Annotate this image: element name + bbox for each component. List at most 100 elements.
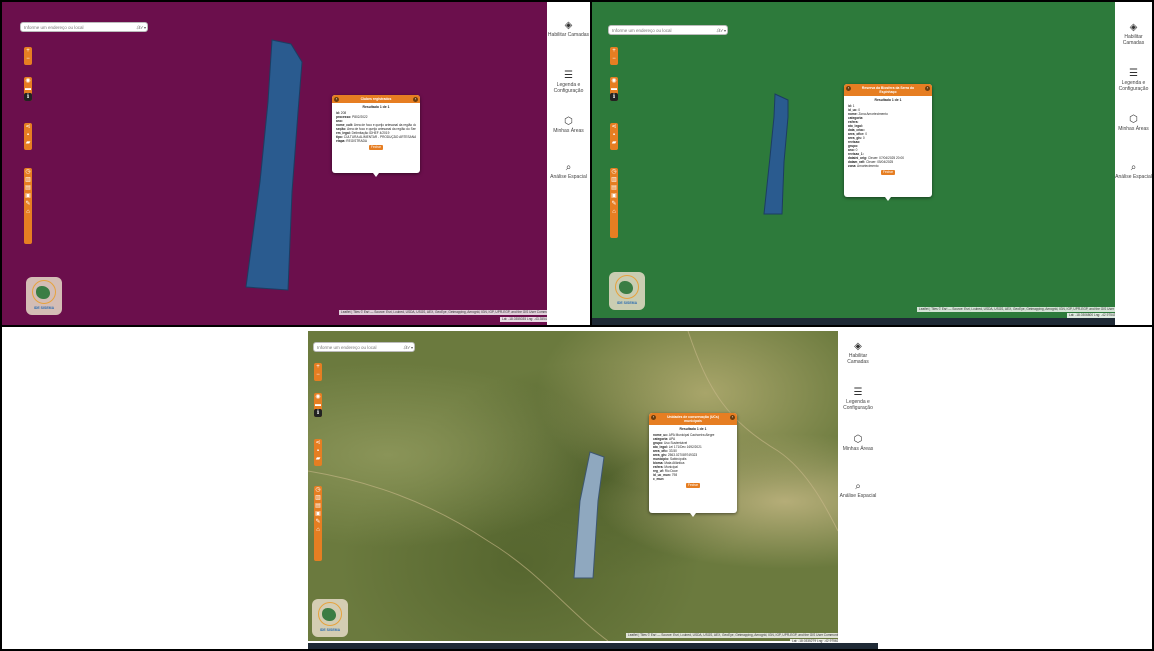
sidebar-item-legend[interactable]: ☰ Legenda e Configuração [1115, 68, 1152, 92]
marker-icon[interactable]: ✎ [610, 200, 618, 208]
home-icon[interactable]: ⌂ [314, 526, 322, 534]
folder-icon[interactable]: ▰ [610, 139, 618, 147]
popup-next-button[interactable]: › [413, 96, 418, 102]
search-logo-icon: ℰℓ𝓉 [403, 345, 409, 350]
locate-icon[interactable]: ◉ [610, 77, 618, 85]
ruler-icon[interactable]: ▬ [24, 85, 32, 93]
polygon-area[interactable] [308, 331, 838, 641]
share-icon[interactable]: ⋖ [24, 123, 32, 131]
map-icon[interactable]: ▥ [314, 494, 322, 502]
toolbar-group-1: ◉ ▬ ℹ [24, 77, 32, 101]
map-icon[interactable]: ▥ [610, 176, 618, 184]
popup-attribute-list: nome_uc: APA Municipal Cachoeira Alegre c… [649, 433, 737, 481]
search-input[interactable]: Informe um endereço ou local ℰℓ𝓉 ▾ [20, 22, 148, 32]
popup-close-button[interactable]: Fechar [369, 145, 383, 150]
print-icon[interactable]: ▤ [24, 184, 32, 192]
sidebar-item-areas[interactable]: ⬡ Minhas Áreas [1115, 114, 1152, 132]
popup-close-button[interactable]: Fechar [881, 170, 895, 175]
save-icon[interactable]: ▪ [314, 447, 322, 455]
locate-icon[interactable]: ◉ [314, 393, 322, 401]
sidebar-item-areas[interactable]: ⬡ Minhas Áreas [838, 434, 878, 452]
map-canvas[interactable] [308, 331, 838, 641]
map-canvas[interactable] [2, 2, 547, 325]
popup-result-count: Resultado 1 de 1 [874, 98, 902, 102]
polygon-icon: ⬡ [564, 116, 573, 127]
sidebar-item-areas[interactable]: ⬡ Minhas Áreas [547, 116, 590, 134]
popup-next-button[interactable]: › [925, 85, 930, 91]
save-icon[interactable]: ▪ [24, 131, 32, 139]
sidebar-item-layers[interactable]: ◈ Habilitar Camadas [547, 20, 590, 38]
zoom-in-button[interactable]: + [610, 47, 618, 55]
legend-icon: ☰ [853, 387, 863, 398]
info-icon[interactable]: ℹ [314, 409, 322, 417]
folder-icon[interactable]: ▰ [314, 455, 322, 463]
logo-text: IDE SISEMA [319, 628, 341, 632]
right-sidebar: ◈ Habilitar Camadas ☰ Legenda e Configuraç… [838, 331, 878, 643]
chevron-down-icon[interactable]: ▾ [724, 26, 726, 35]
chevron-down-icon[interactable]: ▾ [411, 343, 413, 352]
layers-small-icon[interactable]: ▣ [610, 192, 618, 200]
marker-icon[interactable]: ✎ [24, 200, 32, 208]
screenshot-collage: Informe um endereço ou local ℰℓ𝓉 ▾ + − ◉… [0, 0, 1154, 651]
ide-sisema-logo[interactable]: IDE SISEMA [312, 599, 348, 637]
popup-result-count: Resultado 1 de 1 [679, 427, 707, 431]
search-placeholder: Informe um endereço ou local [612, 28, 672, 33]
sidebar-item-analysis[interactable]: ⌕ Análise Espacial [1115, 162, 1152, 180]
right-sidebar: ◈ Habilitar Camadas ☰ Legenda e Configuraç… [547, 2, 590, 325]
zoom-out-button[interactable]: − [24, 55, 32, 63]
popup-prev-button[interactable]: ‹ [651, 414, 656, 420]
clock-icon[interactable]: ◷ [610, 168, 618, 176]
satellite-screenshot: Informe um endereço ou local ℰℓ𝓉 ▾ + − ◉… [308, 331, 878, 649]
sidebar-item-legend[interactable]: ☰ Legenda e Configuração [838, 387, 878, 411]
info-icon[interactable]: ℹ [610, 93, 618, 101]
folder-icon[interactable]: ▰ [24, 139, 32, 147]
polygon-area[interactable] [2, 2, 547, 325]
map-icon[interactable]: ▥ [24, 176, 32, 184]
sidebar-item-analysis[interactable]: ⌕ Análise Espacial [547, 162, 590, 180]
toolbar-group-2: ⋖ ▪ ▰ [314, 439, 322, 466]
zoom-in-button[interactable]: + [24, 47, 32, 55]
popup-prev-button[interactable]: ‹ [334, 96, 339, 102]
share-icon[interactable]: ⋖ [610, 123, 618, 131]
layers-icon: ◈ [854, 341, 862, 352]
print-icon[interactable]: ▤ [314, 502, 322, 510]
toolbar-group-1: ◉ ▬ ℹ [610, 77, 618, 101]
map-search-icon: ⌕ [565, 162, 572, 173]
ide-sisema-logo[interactable]: IDE SISEMA [26, 277, 62, 315]
save-icon[interactable]: ▪ [610, 131, 618, 139]
info-icon[interactable]: ℹ [24, 93, 32, 101]
ruler-icon[interactable]: ▬ [610, 85, 618, 93]
zoom-out-button[interactable]: − [610, 55, 618, 63]
legend-icon: ☰ [1129, 68, 1138, 79]
chevron-down-icon[interactable]: ▾ [144, 23, 146, 32]
zoom-in-button[interactable]: + [314, 363, 322, 371]
search-input[interactable]: Informe um endereço ou local ℰℓ𝓉 ▾ [608, 25, 728, 35]
popup-attribute-row: etapa: REGISTRADA [336, 139, 367, 143]
popup-close-button[interactable]: Fechar [686, 483, 700, 488]
taskbar-strip [308, 643, 878, 649]
ruler-icon[interactable]: ▬ [314, 401, 322, 409]
layers-small-icon[interactable]: ▣ [24, 192, 32, 200]
home-icon[interactable]: ⌂ [24, 208, 32, 216]
ide-sisema-logo[interactable]: IDE SISEMA [609, 272, 645, 310]
marker-icon[interactable]: ✎ [314, 518, 322, 526]
clock-icon[interactable]: ◷ [24, 168, 32, 176]
popup-next-button[interactable]: › [730, 414, 735, 420]
print-icon[interactable]: ▤ [610, 184, 618, 192]
zoom-out-button[interactable]: − [314, 371, 322, 379]
search-placeholder: Informe um endereço ou local [317, 345, 377, 350]
taskbar-strip [592, 318, 1115, 325]
popup-prev-button[interactable]: ‹ [846, 85, 851, 91]
clock-icon[interactable]: ◷ [314, 486, 322, 494]
sidebar-item-legend[interactable]: ☰ Legenda e Configuração [547, 70, 590, 94]
home-icon[interactable]: ⌂ [610, 208, 618, 216]
layers-small-icon[interactable]: ▣ [314, 510, 322, 518]
map-search-icon: ⌕ [855, 481, 861, 492]
search-input[interactable]: Informe um endereço ou local ℰℓ𝓉 ▾ [313, 342, 415, 352]
popup-attribute-row: zona: Amortecimento [848, 164, 879, 168]
locate-icon[interactable]: ◉ [24, 77, 32, 85]
share-icon[interactable]: ⋖ [314, 439, 322, 447]
sidebar-item-analysis[interactable]: ⌕ Análise Espacial [838, 481, 878, 499]
sidebar-item-layers[interactable]: ◈ Habilitar Camadas [838, 341, 878, 365]
sidebar-item-layers[interactable]: ◈ Habilitar Camadas [1115, 22, 1152, 46]
